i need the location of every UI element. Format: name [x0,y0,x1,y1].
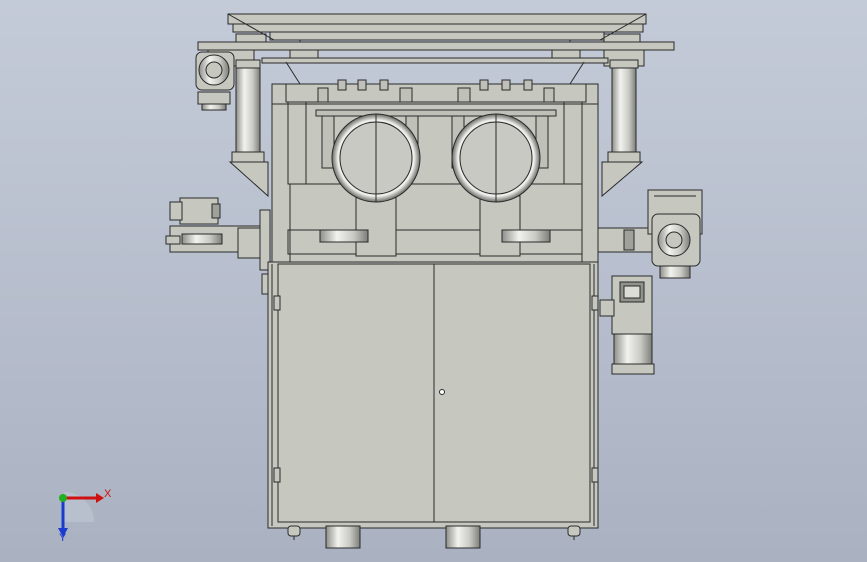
right-lower-gear-motor [599,275,655,375]
top-gantry-frame [197,13,675,85]
machine-front-view-drawing: X Y [58,13,703,549]
z-axis-dot [59,494,67,502]
right-side-actuator [597,189,703,279]
left-top-motor [195,51,235,111]
right-vertical-column [607,59,641,163]
x-axis-label: X [104,488,112,500]
bottom-discharge-outlets [325,525,481,549]
y-axis-label: Y [59,532,67,544]
x-axis-arrowhead [96,493,104,503]
left-gusset [228,161,269,198]
left-side-actuator [165,197,271,295]
cabinet-door-handle[interactable] [439,389,445,395]
right-gusset [601,161,644,198]
cad-viewport[interactable]: X Y [0,0,867,562]
lower-cabinet [267,261,599,529]
coordinate-axis-triad: X Y [58,488,112,544]
left-vertical-column [231,59,265,163]
